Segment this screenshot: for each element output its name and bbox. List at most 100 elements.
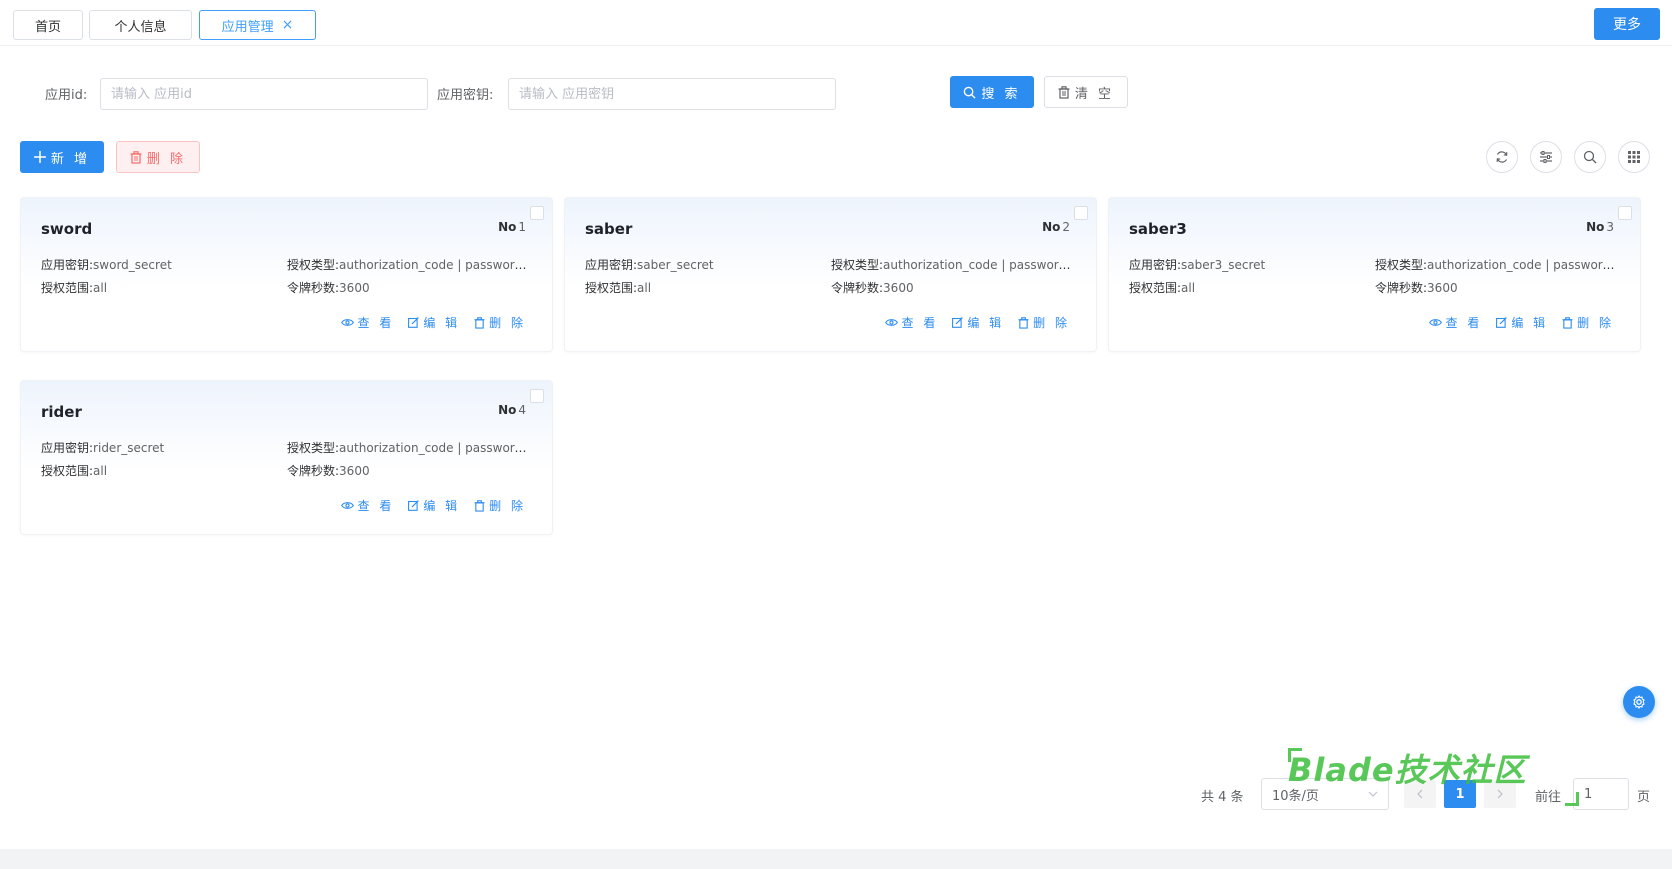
goto-page-input[interactable]	[1573, 778, 1629, 810]
field-label: 应用密钥:	[41, 441, 94, 455]
card-grant: 授权类型:authorization_code | password | ...	[287, 256, 527, 273]
prev-page-button[interactable]	[1404, 780, 1436, 808]
card-title: rider	[41, 403, 82, 421]
field-value: all	[1181, 281, 1196, 295]
clear-button-label: 清 空	[1074, 86, 1115, 102]
trash-icon	[1058, 85, 1070, 99]
app-id-label: 应用id:	[45, 88, 88, 103]
grid-icon[interactable]	[1618, 141, 1650, 173]
delete-label: 删 除	[489, 499, 526, 513]
edit-label: 编 辑	[423, 316, 461, 330]
edit-button[interactable]: 编 辑	[952, 314, 1004, 331]
delete-button[interactable]: 删 除	[1562, 314, 1614, 331]
watermark-bracket-right	[1565, 792, 1579, 806]
search-button-label: 搜 索	[981, 86, 1021, 102]
card-checkbox[interactable]	[530, 389, 544, 403]
field-label: 令牌秒数:	[287, 464, 340, 478]
card-checkbox[interactable]	[1074, 206, 1088, 220]
goto-label: 前往	[1535, 790, 1562, 805]
field-value: all	[93, 464, 108, 478]
field-label: 应用密钥:	[1129, 258, 1182, 272]
card-token: 令牌秒数:3600	[287, 279, 527, 296]
delete-button[interactable]: 删 除	[474, 314, 526, 331]
search-icon[interactable]	[1574, 141, 1606, 173]
card-scope: 授权范围:all	[585, 279, 815, 296]
card-no-label: No	[1586, 220, 1605, 234]
field-value: saber3_secret	[1181, 258, 1266, 272]
filter-icon[interactable]	[1530, 141, 1562, 173]
field-value: authorization_code | password | ...	[339, 441, 527, 455]
field-label: 授权类型:	[1375, 258, 1428, 272]
card-scope: 授权范围:all	[41, 462, 271, 479]
card-checkbox[interactable]	[1618, 206, 1632, 220]
tab-app-management[interactable]: 应用管理 ×	[199, 10, 316, 40]
card-actions: 查 看编 辑删 除	[340, 314, 526, 331]
eye-icon	[1428, 319, 1442, 326]
add-button[interactable]: 新 增	[20, 141, 104, 173]
card-secret: 应用密钥:saber_secret	[585, 256, 815, 273]
tags-bar: 首页 个人信息 应用管理 × 更多	[0, 0, 1672, 46]
card-scope: 授权范围:all	[1129, 279, 1359, 296]
field-value: 3600	[339, 464, 370, 478]
field-label: 令牌秒数:	[287, 281, 340, 295]
view-button[interactable]: 查 看	[884, 314, 939, 331]
eye-icon	[340, 502, 354, 509]
delete-button[interactable]: 删 除	[474, 497, 526, 514]
page-number-current[interactable]: 1	[1444, 780, 1476, 808]
edit-icon	[408, 317, 420, 328]
trash-icon	[474, 499, 485, 512]
field-label: 授权类型:	[287, 441, 340, 455]
delete-button[interactable]: 删 除	[1018, 314, 1070, 331]
edit-button[interactable]: 编 辑	[1496, 314, 1548, 331]
field-value: saber_secret	[637, 258, 714, 272]
card-no-value: 3	[1606, 220, 1614, 234]
field-value: all	[637, 281, 652, 295]
page-size-select[interactable]: 10条/页	[1261, 778, 1389, 810]
bulk-delete-button[interactable]: 删 除	[116, 141, 200, 173]
card-secret: 应用密钥:rider_secret	[41, 439, 271, 456]
edit-icon	[1496, 317, 1508, 328]
card-scope: 授权范围:all	[41, 279, 271, 296]
card-no-value: 1	[518, 220, 526, 234]
settings-float-button[interactable]	[1623, 686, 1655, 718]
search-button[interactable]: 搜 索	[950, 76, 1034, 108]
edit-label: 编 辑	[423, 499, 461, 513]
delete-label: 删 除	[489, 316, 526, 330]
app-id-input[interactable]	[100, 78, 428, 110]
field-label: 授权范围:	[585, 281, 638, 295]
clear-button[interactable]: 清 空	[1044, 76, 1128, 108]
tab-profile[interactable]: 个人信息	[89, 10, 192, 40]
field-label: 令牌秒数:	[1375, 281, 1428, 295]
card-number: No 4	[498, 403, 526, 417]
field-label: 授权范围:	[41, 281, 94, 295]
tab-home[interactable]: 首页	[13, 10, 83, 40]
card-actions: 查 看编 辑删 除	[1428, 314, 1614, 331]
view-button[interactable]: 查 看	[340, 497, 395, 514]
view-button[interactable]: 查 看	[340, 314, 395, 331]
field-label: 令牌秒数:	[831, 281, 884, 295]
card-token: 令牌秒数:3600	[287, 462, 527, 479]
field-value: authorization_code | password | ...	[339, 258, 527, 272]
trash-icon	[474, 316, 485, 329]
page-size-value: 10条/页	[1272, 788, 1319, 804]
tab-close-icon[interactable]: ×	[282, 17, 294, 33]
tab-label: 个人信息	[114, 19, 167, 35]
refresh-icon[interactable]	[1486, 141, 1518, 173]
view-button[interactable]: 查 看	[1428, 314, 1483, 331]
edit-button[interactable]: 编 辑	[408, 497, 460, 514]
field-label: 授权范围:	[41, 464, 94, 478]
search-icon	[964, 86, 976, 99]
app-secret-input[interactable]	[508, 78, 836, 110]
card-grant: 授权类型:authorization_code | password | ...	[1375, 256, 1615, 273]
card-actions: 查 看编 辑删 除	[884, 314, 1070, 331]
eye-icon	[884, 319, 898, 326]
next-page-button[interactable]	[1484, 780, 1516, 808]
edit-button[interactable]: 编 辑	[408, 314, 460, 331]
card-checkbox[interactable]	[530, 206, 544, 220]
card-grant: 授权类型:authorization_code | password | ...	[831, 256, 1071, 273]
card-actions: 查 看编 辑删 除	[340, 497, 526, 514]
app-card: sword No 1 应用密钥:sword_secret 授权类型:authorizat…	[20, 197, 553, 352]
card-secret: 应用密钥:sword_secret	[41, 256, 271, 273]
card-no-value: 4	[518, 403, 526, 417]
more-button[interactable]: 更多	[1594, 8, 1660, 40]
